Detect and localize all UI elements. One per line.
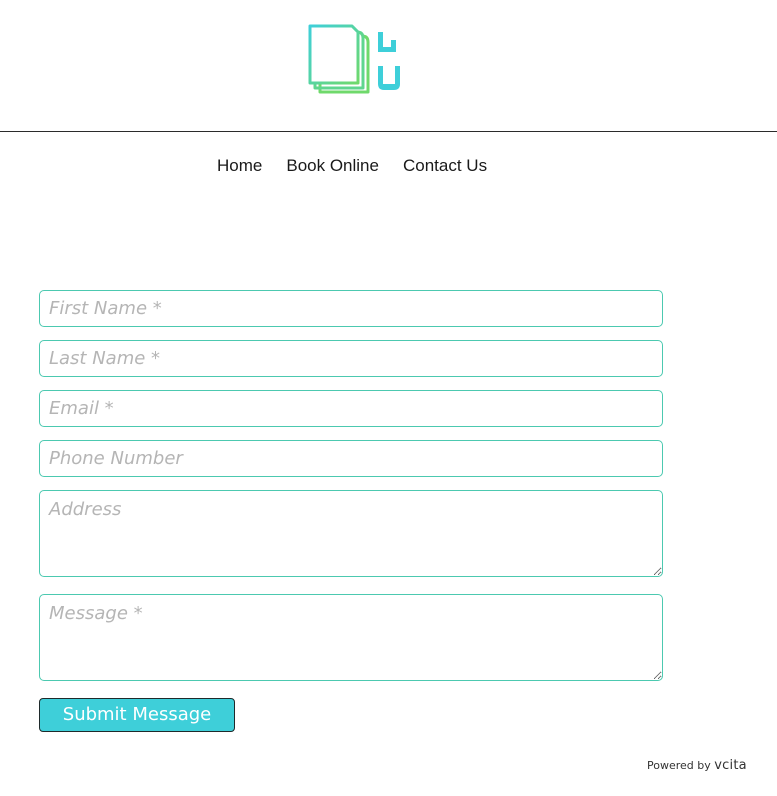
book-stack-logo-icon	[308, 24, 400, 94]
nav-item-home[interactable]: Home	[205, 154, 274, 178]
header-divider	[0, 131, 777, 132]
last-name-input[interactable]	[39, 340, 663, 377]
first-name-input[interactable]	[39, 290, 663, 327]
address-textarea[interactable]	[39, 490, 663, 577]
contact-page: Home Book Online Contact Us Submit Messa…	[0, 0, 777, 796]
phone-input[interactable]	[39, 440, 663, 477]
email-input[interactable]	[39, 390, 663, 427]
powered-by-footer[interactable]: Powered by vcita	[647, 758, 747, 773]
vcita-brand: vcita	[714, 758, 747, 773]
message-textarea[interactable]	[39, 594, 663, 681]
contact-form: Submit Message	[39, 290, 663, 732]
nav-item-book-online[interactable]: Book Online	[274, 154, 391, 178]
main-nav: Home Book Online Contact Us	[205, 154, 499, 178]
powered-by-label: Powered by	[647, 759, 711, 772]
submit-message-button[interactable]: Submit Message	[39, 698, 235, 732]
nav-item-contact-us[interactable]: Contact Us	[391, 154, 499, 178]
site-logo[interactable]	[306, 22, 406, 96]
